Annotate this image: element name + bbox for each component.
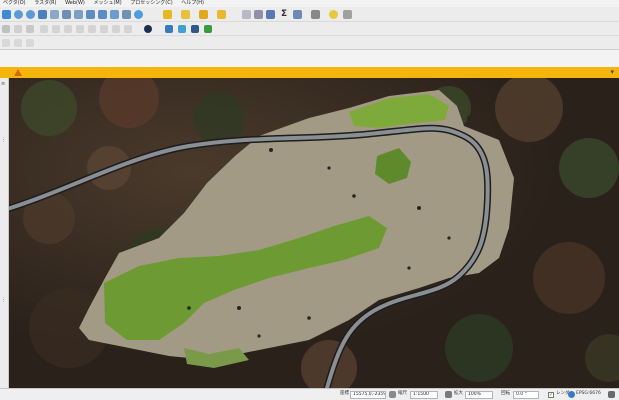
render-checkbox[interactable]: ✓ [548, 392, 554, 398]
zoom-selection-icon[interactable] [50, 10, 59, 19]
rotation-label: 回転 [501, 391, 510, 396]
data-plugin-icon[interactable] [204, 25, 212, 33]
sigma-icon[interactable]: Σ [281, 9, 287, 19]
copy-features-icon[interactable] [88, 25, 96, 33]
zoom-out-icon[interactable] [26, 10, 35, 19]
annotation-icon[interactable] [343, 10, 352, 19]
toggle-editing-icon[interactable] [14, 25, 22, 33]
coordinate-label: 座標 [340, 391, 349, 396]
menu-item-help[interactable]: ヘルプ(H) [181, 0, 204, 7]
select-features-icon[interactable] [181, 10, 190, 19]
map-canvas[interactable] [9, 78, 619, 388]
pan-map-icon[interactable] [2, 10, 11, 19]
menu-bar: ベクタ(O) ラスタ(R) Web(W) メッシュ(M) プロセッシング(C) … [0, 0, 619, 7]
zoom-last-icon[interactable] [86, 10, 95, 19]
identify-features-icon[interactable] [163, 10, 172, 19]
zoom-native-icon[interactable] [74, 10, 83, 19]
rotate-feature-icon[interactable] [26, 39, 34, 47]
zoom-in-icon[interactable] [14, 10, 23, 19]
menu-item-processing[interactable]: プロセッシング(C) [130, 0, 172, 7]
statistical-summary-icon[interactable] [266, 10, 275, 19]
enable-advanced-digitizing-icon[interactable] [2, 39, 10, 47]
select-by-expression-icon[interactable] [217, 10, 226, 19]
save-edits-icon[interactable] [26, 25, 34, 33]
measure-line-icon[interactable] [311, 10, 320, 19]
menu-item-vector[interactable]: ベクタ(O) [3, 0, 26, 7]
cut-features-icon[interactable] [76, 25, 84, 33]
refresh-icon[interactable] [134, 10, 143, 19]
scale-field[interactable]: 1:1500 [410, 391, 438, 399]
new-map-view-icon[interactable] [110, 10, 119, 19]
map-navigation-toolbar: Σ [0, 7, 619, 22]
messages-icon[interactable] [608, 391, 615, 398]
map-tips-icon[interactable] [329, 10, 338, 19]
delete-selected-icon[interactable] [64, 25, 72, 33]
zoom-next-icon[interactable] [98, 10, 107, 19]
message-bar-menu-icon[interactable]: ▾ [610, 68, 614, 76]
processing-toolbox-icon[interactable] [191, 25, 199, 33]
toolbar-spacer [0, 50, 619, 67]
menu-item-web[interactable]: Web(W) [65, 0, 85, 7]
georeferencer-icon[interactable] [178, 25, 186, 33]
layers-panel-collapsed[interactable]: ≡ ⋮ ⋮ [0, 78, 9, 388]
plugins-toolbar [0, 22, 619, 36]
menu-item-raster[interactable]: ラスタ(R) [34, 0, 56, 7]
warning-icon [14, 69, 22, 76]
vertex-tool-icon[interactable] [52, 25, 60, 33]
coordinate-toggle-icon[interactable] [389, 391, 396, 398]
add-feature-icon[interactable] [40, 25, 48, 33]
message-bar-warning: ▾ [0, 67, 619, 78]
redo-icon[interactable] [124, 25, 132, 33]
zoom-layer-icon[interactable] [62, 10, 71, 19]
paste-features-icon[interactable] [100, 25, 108, 33]
lock-scale-icon[interactable] [445, 391, 452, 398]
zoom-full-icon[interactable] [38, 10, 47, 19]
magnifier-label: 拡大 [454, 391, 463, 396]
panel-dock-icon[interactable]: ≡ [1, 82, 7, 87]
status-bar: 座標 15575.0,-23599.7 縮尺 1:1500 拡大 100% 回転… [0, 388, 619, 400]
measure-icon[interactable] [293, 10, 302, 19]
close-icon[interactable] [14, 39, 22, 47]
field-calculator-icon[interactable] [254, 10, 263, 19]
deselect-features-icon[interactable] [199, 10, 208, 19]
crs-label[interactable]: EPSG:6676 [576, 389, 601, 399]
qgis-window: ベクタ(O) ラスタ(R) Web(W) メッシュ(M) プロセッシング(C) … [0, 0, 619, 400]
menu-item-mesh[interactable]: メッシュ(M) [93, 0, 121, 7]
panel-scroll-down-icon[interactable]: ⋮ [1, 298, 7, 303]
crs-globe-icon[interactable] [568, 391, 575, 398]
panel-scroll-icon[interactable]: ⋮ [1, 138, 7, 143]
advanced-digitizing-toolbar [0, 36, 619, 50]
python-console-icon[interactable] [165, 25, 173, 33]
magnifier-field[interactable]: 100% [465, 391, 493, 399]
digitize-icon[interactable] [2, 25, 10, 33]
globe-plugin-icon[interactable] [144, 25, 152, 33]
coordinate-field[interactable]: 15575.0,-23599.7 [350, 391, 386, 399]
temporal-controller-icon[interactable] [122, 10, 131, 19]
rotation-field[interactable]: 0.0 ° [513, 391, 539, 399]
undo-icon[interactable] [112, 25, 120, 33]
open-attribute-table-icon[interactable] [242, 10, 251, 19]
aerial-imagery [9, 78, 619, 388]
scale-label: 縮尺 [398, 391, 407, 396]
